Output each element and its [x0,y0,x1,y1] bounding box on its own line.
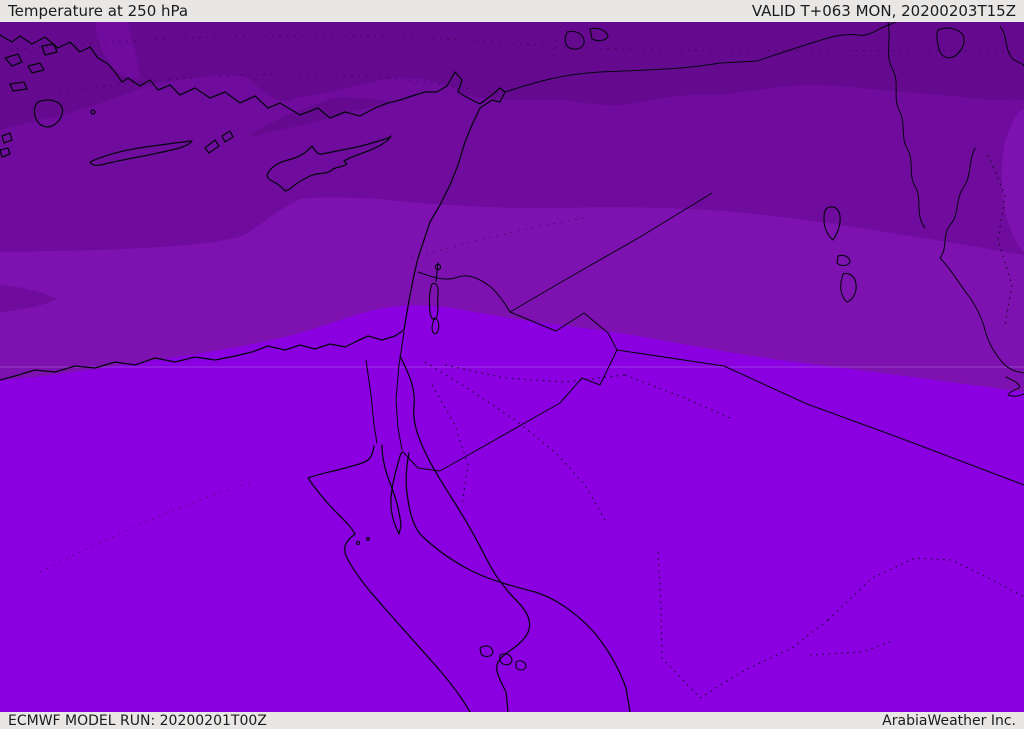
valid-time-label: VALID T+063 MON, 20200203T15Z [751,2,1016,20]
model-run-label: ECMWF MODEL RUN: 20200201T00Z [8,712,267,729]
header-bar: Temperature at 250 hPa VALID T+063 MON, … [0,0,1024,22]
credit-label: ArabiaWeather Inc. [882,712,1016,729]
weather-map-window: Temperature at 250 hPa VALID T+063 MON, … [0,0,1024,729]
footer-bar: ECMWF MODEL RUN: 20200201T00Z ArabiaWeat… [0,712,1024,729]
page-title: Temperature at 250 hPa [8,2,189,20]
weather-map [0,21,1024,713]
